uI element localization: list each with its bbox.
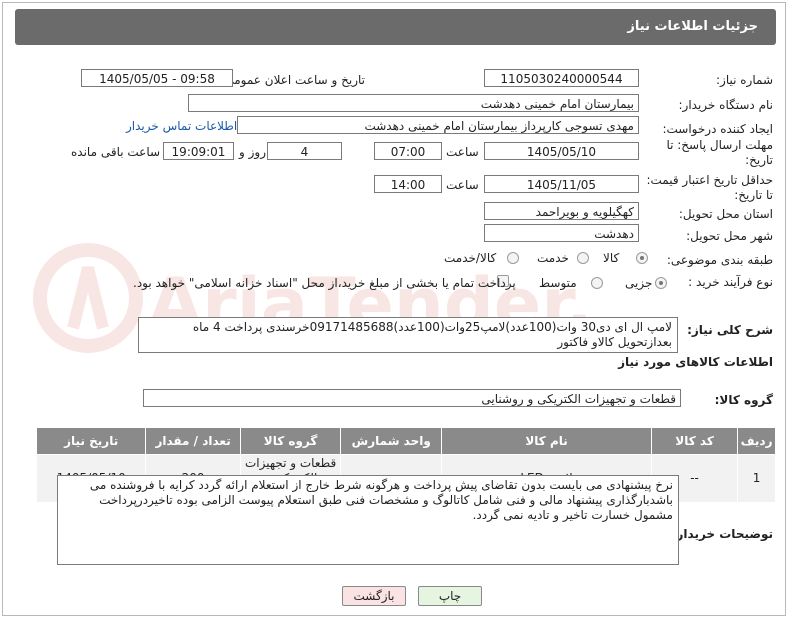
reply-time-field: 07:00 bbox=[374, 142, 442, 160]
reply-time-label: ساعت bbox=[446, 145, 479, 159]
buyer-org-label: نام دستگاه خریدار: bbox=[678, 98, 774, 112]
process-radio-medium[interactable] bbox=[591, 277, 603, 289]
treasury-payment-note: پرداخت تمام یا بخشی از مبلغ خرید،از محل … bbox=[133, 276, 516, 290]
col-row: ردیف bbox=[737, 427, 776, 455]
col-group: گروه کالا bbox=[239, 427, 342, 455]
process-label: نوع فرآیند خرید : bbox=[688, 275, 773, 289]
cell-row: 1 bbox=[737, 454, 776, 503]
description-textarea[interactable]: لامپ ال ای دی30 وات(100عدد)لامپ25وات(100… bbox=[138, 317, 678, 353]
buyer-notes-label: توضیحات خریدار: bbox=[671, 527, 773, 541]
requester-label: ایجاد کننده درخواست: bbox=[662, 122, 773, 136]
panel-title: جزئیات اطلاعات نیاز bbox=[627, 19, 758, 34]
category-radio-service[interactable] bbox=[577, 252, 589, 264]
description-label: شرح کلی نیاز: bbox=[687, 323, 773, 337]
category-option-goods: کالا bbox=[603, 251, 620, 265]
panel-header: جزئیات اطلاعات نیاز bbox=[15, 9, 776, 45]
province-label: استان محل تحویل: bbox=[678, 207, 773, 221]
category-radio-goods[interactable] bbox=[636, 252, 648, 264]
col-unit: واحد شمارش bbox=[340, 427, 443, 455]
remaining-label: ساعت باقی مانده bbox=[71, 145, 161, 159]
remaining-time-field: 19:09:01 bbox=[163, 142, 234, 160]
announce-label: تاریخ و ساعت اعلان عمومی: bbox=[220, 73, 365, 87]
col-qty: تعداد / مقدار bbox=[145, 427, 241, 455]
price-validity-label-2: تا تاریخ: bbox=[734, 188, 773, 202]
category-option-goods-service: کالا/خدمت bbox=[444, 251, 497, 265]
col-date: تاریخ نیاز bbox=[35, 427, 147, 455]
buyer-org-field: بیمارستان امام خمینی دهدشت bbox=[188, 94, 639, 112]
goods-group-field: قطعات و تجهیزات الکتریکی و روشنایی bbox=[143, 389, 681, 407]
price-date-field: 1405/11/05 bbox=[484, 175, 639, 193]
city-label: شهر محل تحویل: bbox=[686, 229, 773, 243]
details-panel: جزئیات اطلاعات نیاز AriaTender.neT شماره… bbox=[2, 2, 786, 616]
category-radio-goods-service[interactable] bbox=[507, 252, 519, 264]
description-text: لامپ ال ای دی30 وات(100عدد)لامپ25وات(100… bbox=[192, 320, 672, 349]
back-button[interactable]: بازگشت bbox=[342, 586, 406, 606]
need-number-label: شماره نیاز: bbox=[716, 73, 773, 87]
reply-deadline-label: مهلت ارسال پاسخ: تا bbox=[666, 138, 773, 152]
reply-date-field: 1405/05/10 bbox=[484, 142, 639, 160]
contact-info-link[interactable]: اطلاعات تماس خریدار bbox=[126, 119, 237, 133]
process-option-partial: جزیی bbox=[625, 276, 653, 290]
process-option-medium: متوسط bbox=[539, 276, 577, 290]
need-number-field: 1105030240000544 bbox=[484, 69, 639, 87]
price-validity-label: حداقل تاریخ اعتبار قیمت: bbox=[646, 173, 773, 187]
category-label: طبقه بندی موضوعی: bbox=[666, 253, 773, 267]
table-header-row: ردیف کد کالا نام کالا واحد شمارش گروه کا… bbox=[35, 427, 776, 455]
process-radio-partial[interactable] bbox=[655, 277, 667, 289]
goods-group-label: گروه کالا: bbox=[714, 393, 773, 407]
col-code: کد کالا bbox=[650, 427, 739, 455]
goods-section-title: اطلاعات کالاهای مورد نیاز bbox=[618, 355, 773, 369]
buyer-notes-text: نرخ پیشنهادی می بایست بدون تقاضای پیش پر… bbox=[89, 478, 673, 522]
category-option-service: خدمت bbox=[537, 251, 569, 265]
reply-deadline-label-2: تاریخ: bbox=[745, 153, 773, 167]
city-field: دهدشت bbox=[484, 224, 639, 242]
price-time-field: 14:00 bbox=[374, 175, 442, 193]
day-and-label: روز و bbox=[239, 145, 266, 159]
province-field: کهگیلویه و بویراحمد bbox=[484, 202, 639, 220]
print-button[interactable]: چاپ bbox=[418, 586, 482, 606]
requester-field: مهدی تسوجی کارپرداز بیمارستان امام خمینی… bbox=[237, 116, 639, 134]
days-field: 4 bbox=[267, 142, 342, 160]
price-time-label: ساعت bbox=[446, 178, 479, 192]
col-name: نام کالا bbox=[441, 427, 652, 455]
buyer-notes-textarea[interactable]: نرخ پیشنهادی می بایست بدون تقاضای پیش پر… bbox=[57, 475, 679, 565]
announce-field: 1405/05/05 - 09:58 bbox=[81, 69, 233, 87]
